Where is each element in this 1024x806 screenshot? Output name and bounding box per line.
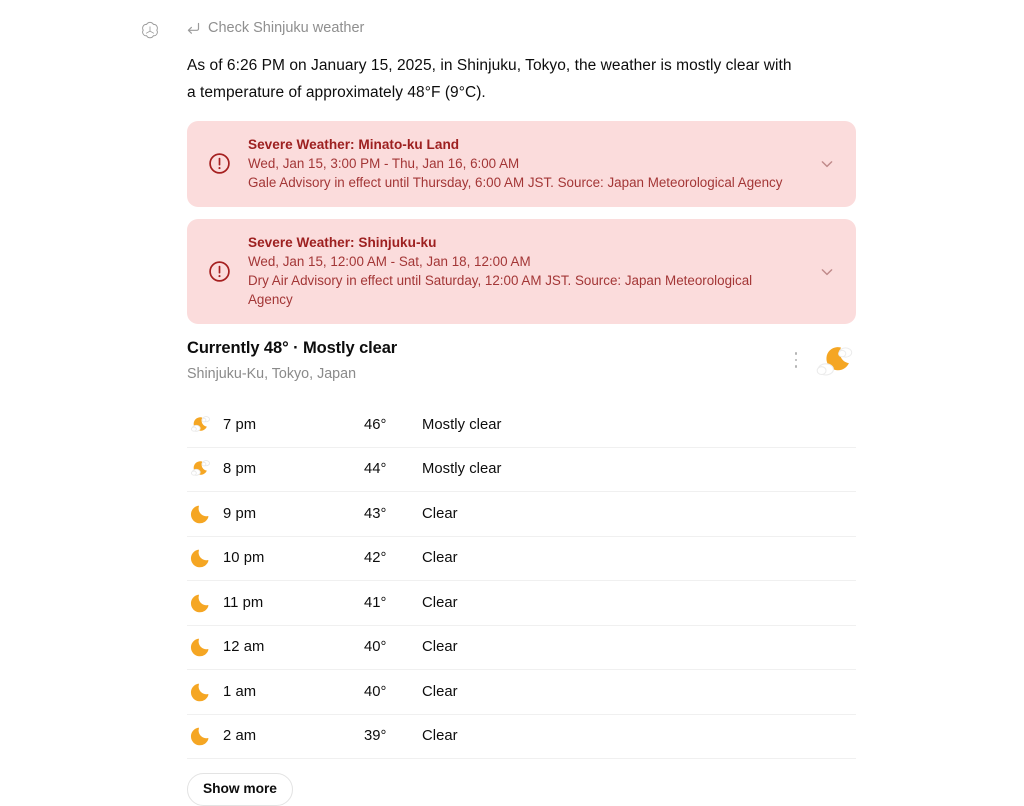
moon-with-clouds-icon (812, 342, 856, 382)
hourly-temp: 40° (364, 639, 387, 656)
tool-call-line[interactable]: Check Shinjuku weather (187, 14, 856, 42)
show-more-container: Show more (187, 773, 856, 806)
moon-icon (187, 681, 223, 703)
weather-header: Currently 48° · Mostly clear Shinjuku-Ku… (187, 337, 856, 385)
message-paragraph: As of 6:26 PM on January 15, 2025, in Sh… (187, 57, 792, 101)
hourly-time: 11 pm (223, 594, 264, 611)
hourly-forecast-list: 7 pm 46° Mostly clear 8 pm 44° Mostly cl (187, 402, 856, 759)
kebab-menu-icon[interactable] (788, 351, 804, 369)
moon-icon (187, 547, 223, 569)
hourly-temp: 43° (364, 505, 387, 522)
alert-time-range: Wed, Jan 15, 12:00 AM - Sat, Jan 18, 12:… (248, 254, 531, 269)
alert-time-range: Wed, Jan 15, 3:00 PM - Thu, Jan 16, 6:00… (248, 156, 520, 171)
moon-icon (187, 503, 223, 525)
hourly-temp: 44° (364, 461, 387, 478)
moon-icon (187, 592, 223, 614)
hourly-time: 2 am (223, 728, 257, 745)
tool-call-label: Check Shinjuku weather (208, 20, 365, 36)
alert-body: Severe Weather: Minato-ku Land Wed, Jan … (248, 135, 804, 192)
alert-title: Severe Weather: Shinjuku-ku (248, 235, 437, 250)
hourly-condition: Clear (422, 683, 458, 700)
hourly-temp: 39° (364, 728, 387, 745)
hourly-condition: Clear (422, 505, 458, 522)
chevron-down-icon[interactable] (818, 155, 836, 173)
alert-description: Gale Advisory in effect until Thursday, … (248, 175, 783, 190)
hourly-time: 12 am (223, 639, 265, 656)
hourly-condition: Clear (422, 728, 458, 745)
return-arrow-icon (187, 22, 200, 35)
hourly-row: 10 pm 42° Clear (187, 537, 856, 581)
hourly-time: 9 pm (223, 505, 257, 522)
assistant-avatar (139, 20, 161, 42)
hourly-row: 9 pm 43° Clear (187, 492, 856, 537)
alert-circle-icon (207, 259, 232, 284)
hourly-row: 7 pm 46° Mostly clear (187, 402, 856, 448)
hourly-condition: Clear (422, 594, 458, 611)
weather-widget: Currently 48° · Mostly clear Shinjuku-Ku… (187, 337, 856, 806)
severe-weather-alerts: Severe Weather: Minato-ku Land Wed, Jan … (187, 121, 856, 324)
alert-title: Severe Weather: Minato-ku Land (248, 137, 460, 152)
alert-circle-icon (207, 151, 232, 176)
hourly-temp: 41° (364, 594, 387, 611)
hourly-row: 8 pm 44° Mostly clear (187, 448, 856, 492)
hourly-time: 10 pm (223, 550, 265, 567)
hourly-time: 8 pm (223, 461, 257, 478)
alert-description: Dry Air Advisory in effect until Saturda… (248, 273, 753, 307)
moon-with-cloud-icon (187, 458, 223, 480)
hourly-temp: 42° (364, 550, 387, 567)
hourly-temp: 40° (364, 683, 387, 700)
assistant-message: Check Shinjuku weather As of 6:26 PM on … (187, 0, 856, 806)
alert-banner[interactable]: Severe Weather: Minato-ku Land Wed, Jan … (187, 121, 856, 207)
moon-with-cloud-icon (187, 414, 223, 436)
hourly-row: 12 am 40° Clear (187, 626, 856, 670)
openai-logo-icon (142, 21, 158, 39)
alert-body: Severe Weather: Shinjuku-ku Wed, Jan 15,… (248, 233, 804, 309)
hourly-condition: Clear (422, 639, 458, 656)
hourly-time: 7 pm (223, 416, 257, 433)
hourly-row: 1 am 40° Clear (187, 670, 856, 715)
hourly-time: 1 am (223, 683, 257, 700)
moon-icon (187, 725, 223, 747)
weather-location: Shinjuku-Ku, Tokyo, Japan (187, 366, 357, 382)
hourly-condition: Mostly clear (422, 416, 502, 433)
hourly-condition: Mostly clear (422, 461, 502, 478)
hourly-condition: Clear (422, 550, 458, 567)
alert-banner[interactable]: Severe Weather: Shinjuku-ku Wed, Jan 15,… (187, 219, 856, 324)
hourly-row: 2 am 39° Clear (187, 715, 856, 759)
chevron-down-icon[interactable] (818, 263, 836, 281)
moon-icon (187, 636, 223, 658)
hourly-row: 11 pm 41° Clear (187, 581, 856, 626)
show-more-button[interactable]: Show more (187, 773, 293, 806)
weather-current-title: Currently 48° · Mostly clear (187, 339, 398, 357)
hourly-temp: 46° (364, 416, 387, 433)
